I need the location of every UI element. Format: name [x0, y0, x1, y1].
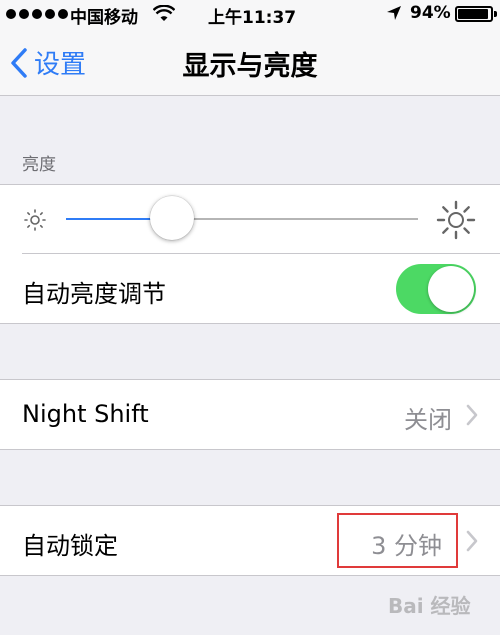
battery-percentage: 94%: [410, 3, 451, 23]
auto-brightness-toggle[interactable]: [396, 264, 476, 314]
auto-lock-row[interactable]: 自动锁定 3 分钟: [0, 506, 500, 575]
night-shift-label: Night Shift: [22, 400, 149, 428]
signal-strength-icon: [6, 9, 68, 19]
page-title: 显示与亮度: [182, 51, 318, 82]
wifi-icon: [152, 4, 176, 28]
battery-tip-icon: [494, 11, 497, 17]
chevron-right-icon: [466, 404, 478, 430]
brightness-high-icon: [436, 200, 476, 244]
section-header-brightness: 亮度: [22, 155, 56, 175]
auto-brightness-label: 自动亮度调节: [22, 280, 166, 308]
auto-lock-value: 3 分钟: [371, 532, 442, 560]
toggle-knob: [428, 266, 474, 312]
brightness-group: 自动亮度调节: [0, 184, 500, 324]
brightness-slider-row: [0, 185, 500, 254]
navigation-bar: 设置 显示与亮度: [0, 28, 500, 96]
brightness-slider-thumb[interactable]: [149, 196, 194, 240]
carrier-name: 中国移动: [70, 8, 138, 28]
night-shift-row[interactable]: Night Shift 关闭: [0, 380, 500, 449]
auto-brightness-row: 自动亮度调节: [0, 254, 500, 324]
auto-lock-label: 自动锁定: [22, 532, 118, 560]
clock-time: 上午11:37: [208, 8, 297, 28]
brightness-low-icon: [22, 207, 48, 237]
status-bar: 中国移动 上午11:37 94%: [0, 0, 500, 28]
watermark: Bai 经验: [388, 594, 471, 618]
night-shift-value: 关闭: [404, 406, 452, 434]
night-shift-group: Night Shift 关闭: [0, 379, 500, 450]
chevron-right-icon: [466, 530, 478, 556]
auto-lock-group: 自动锁定 3 分钟: [0, 505, 500, 576]
location-arrow-icon: [386, 5, 402, 26]
slider-track-empty[interactable]: [171, 218, 418, 220]
battery-icon: [455, 6, 493, 22]
